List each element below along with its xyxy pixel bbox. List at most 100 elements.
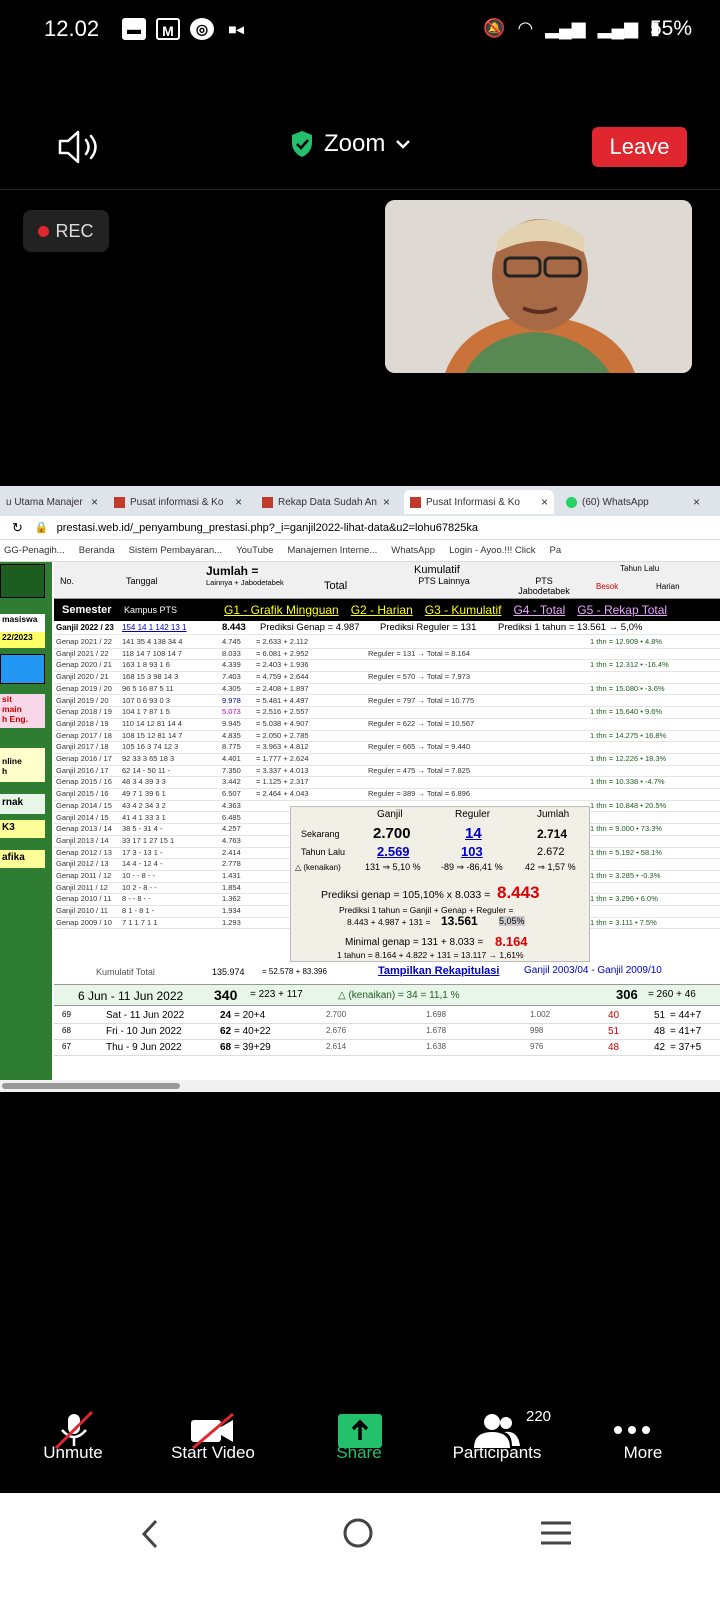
bookmark[interactable]: WhatsApp xyxy=(391,545,435,556)
semester-cell: Ganjil 2013 / 14 xyxy=(56,835,109,845)
semester-cell: Genap 2016 / 17 xyxy=(56,754,112,763)
shared-screen[interactable]: u Utama Manajer × Pusat informasi & Ko × R… xyxy=(0,486,720,1092)
left-sidebar: masiswa 22/2023 sit main h Eng. nline h rna… xyxy=(0,562,52,1080)
reguler-cell: Reguler = 622 → Total = 10.567 xyxy=(368,718,475,728)
scrollbar-thumb[interactable] xyxy=(2,1083,180,1089)
browser-tab[interactable]: (60) WhatsApp × xyxy=(560,490,706,514)
record-dot-icon xyxy=(38,225,50,237)
total-cell: 4.257 xyxy=(222,824,241,834)
start-video-button[interactable]: Start Video xyxy=(158,1443,268,1463)
semester-cell: Genap 2015 / 16 xyxy=(56,777,112,787)
participant-video-image xyxy=(385,200,692,373)
sidebar-label: 22/2023 xyxy=(0,632,45,648)
bookmark[interactable]: Manajemen Interne... xyxy=(287,545,377,556)
formula-cell: = 6.081 + 2.952 xyxy=(256,648,309,658)
reguler-cell: Reguler = 665 → Total = 9.440 xyxy=(368,742,471,752)
table-row: Ganjil 2021 / 22 118 14 7 108 14 7 8.033 = … xyxy=(54,649,720,661)
semester-cell: Genap 2014 / 15 xyxy=(56,800,112,810)
address-bar[interactable]: ↻ 🔒 prestasi.web.id/_penyambung_prestasi… xyxy=(0,516,720,540)
shield-check-icon xyxy=(292,131,312,157)
share-button[interactable]: Share xyxy=(304,1443,414,1463)
year-cell: 1 thn = 14.275 • 16.8% xyxy=(590,730,667,740)
participant-video-thumbnail[interactable] xyxy=(385,200,692,373)
sidebar-label: nline h xyxy=(0,748,45,782)
g2-link[interactable]: G2 - Harian xyxy=(351,603,413,617)
graph-links-bar: Semester Kampus PTS G1 - Grafik Mingguan… xyxy=(54,599,720,621)
app-icon: ◎ xyxy=(190,18,214,40)
bookmark[interactable]: GG-Penagih... xyxy=(4,545,65,556)
reguler-cell: Reguler = 389 → Total = 6.896 xyxy=(368,789,471,799)
reguler-cell: Reguler = 570 → Total = 7.973 xyxy=(368,672,471,682)
unmute-button[interactable]: Unmute xyxy=(18,1443,128,1463)
browser-tab[interactable]: Pusat informasi & Ko × xyxy=(108,490,248,514)
counts-cell: 107 0 6 93 0 3 xyxy=(122,695,170,705)
harian-formula-cell: = 41+7 xyxy=(670,1026,702,1037)
reload-icon[interactable]: ↻ xyxy=(12,520,23,536)
horizontal-scrollbar[interactable] xyxy=(0,1080,720,1092)
g4-link[interactable]: G4 - Total xyxy=(513,603,565,617)
bookmark[interactable]: YouTube xyxy=(236,545,273,556)
leave-button[interactable]: Leave xyxy=(592,127,687,167)
bookmark[interactable]: Login - Ayoo.!!! Click xyxy=(449,545,535,556)
browser-tab[interactable]: u Utama Manajer × xyxy=(0,490,104,514)
more-button[interactable]: More xyxy=(588,1443,698,1463)
semester-cell: Ganjil 2021 / 22 xyxy=(56,648,109,658)
bookmark[interactable]: Sistem Pembayaran... xyxy=(129,545,222,556)
close-icon[interactable]: × xyxy=(541,495,548,509)
participants-button[interactable]: Participants xyxy=(442,1443,552,1463)
semester-cell: Ganjil 2014 / 15 xyxy=(56,812,109,822)
counts-cell: 118 14 7 108 14 7 xyxy=(122,648,182,658)
g5-link[interactable]: G5 - Rekap Total xyxy=(577,603,667,617)
g3-link[interactable]: G3 - Kumulatif xyxy=(425,603,502,617)
counts-cell: 168 15 3 98 14 3 xyxy=(122,672,179,682)
counts-cell: 96 5 16 87 5 11 xyxy=(122,683,174,693)
video-notification-icon: ■◂ xyxy=(228,21,244,37)
favicon-icon xyxy=(410,496,421,508)
total-cell: 9.978 xyxy=(222,695,241,705)
total-cell: 4.401 xyxy=(222,754,241,763)
total-cell: 5.073 xyxy=(222,707,241,717)
favicon-icon xyxy=(262,496,273,508)
sidebar-label: rnak xyxy=(0,794,45,814)
jumlah-cell: 68 xyxy=(220,1042,232,1053)
g1-link[interactable]: G1 - Grafik Mingguan xyxy=(224,603,339,617)
meeting-title[interactable]: Zoom xyxy=(290,130,411,158)
recents-icon[interactable] xyxy=(538,1519,574,1547)
total-cell: 4.763 xyxy=(222,835,241,845)
clock: 12.02 xyxy=(44,16,100,41)
counts-cell: 110 14 12 81 14 4 xyxy=(122,718,182,728)
year-cell: 1 thn = 3.296 • 6.0% xyxy=(590,894,658,904)
formula-cell: = 5.481 + 4.497 xyxy=(256,695,309,705)
meeting-title-label: Zoom xyxy=(324,130,386,157)
semester-cell: Ganjil 2010 / 11 xyxy=(56,906,108,916)
signal-icon: ▂▄▆ xyxy=(545,18,586,38)
formula-cell: = 2.633 + 2.112 xyxy=(256,637,308,646)
total-cell: 8.033 xyxy=(222,648,241,658)
formula-cell: = 2.050 + 2.785 xyxy=(256,730,309,740)
browser-tab-active[interactable]: Pusat Informasi & Ko × xyxy=(404,490,554,514)
back-icon[interactable] xyxy=(136,1517,166,1551)
close-icon[interactable]: × xyxy=(383,495,390,509)
semester-cell: Ganjil 2019 / 20 xyxy=(56,695,109,705)
semester-cell: Ganjil 2016 / 17 xyxy=(56,765,109,775)
total-cell: 3.442 xyxy=(222,777,241,787)
bookmark[interactable]: Pa xyxy=(550,545,562,556)
reguler-cell: Reguler = 797 → Total = 10.775 xyxy=(368,695,475,705)
year-cell: 1 thn = 12.909 • 4.8% xyxy=(590,637,663,646)
kampus-pts-header: Kampus PTS xyxy=(124,605,178,615)
semester-cell: Genap 2009 / 10 xyxy=(56,917,112,927)
close-icon[interactable]: × xyxy=(91,495,98,509)
speaker-icon[interactable] xyxy=(56,128,102,166)
total-cell: 4.745 xyxy=(222,637,241,646)
close-icon[interactable]: × xyxy=(693,495,700,509)
formula-cell: = 5.038 + 4.907 xyxy=(256,718,309,728)
total-cell: 6.485 xyxy=(222,812,241,822)
table-row-current: Ganjil 2022 / 23 154 14 1 142 13 1 8.443… xyxy=(54,621,720,635)
home-icon[interactable] xyxy=(340,1515,376,1551)
browser-tab[interactable]: Rekap Data Sudah An × xyxy=(256,490,396,514)
bookmark[interactable]: Beranda xyxy=(79,545,115,556)
jumlah-formula-cell: = 40+22 xyxy=(234,1026,271,1037)
close-icon[interactable]: × xyxy=(235,495,242,509)
jumlah-formula-cell: = 39+29 xyxy=(234,1042,271,1053)
total-cell: 2.700 xyxy=(326,1010,347,1019)
